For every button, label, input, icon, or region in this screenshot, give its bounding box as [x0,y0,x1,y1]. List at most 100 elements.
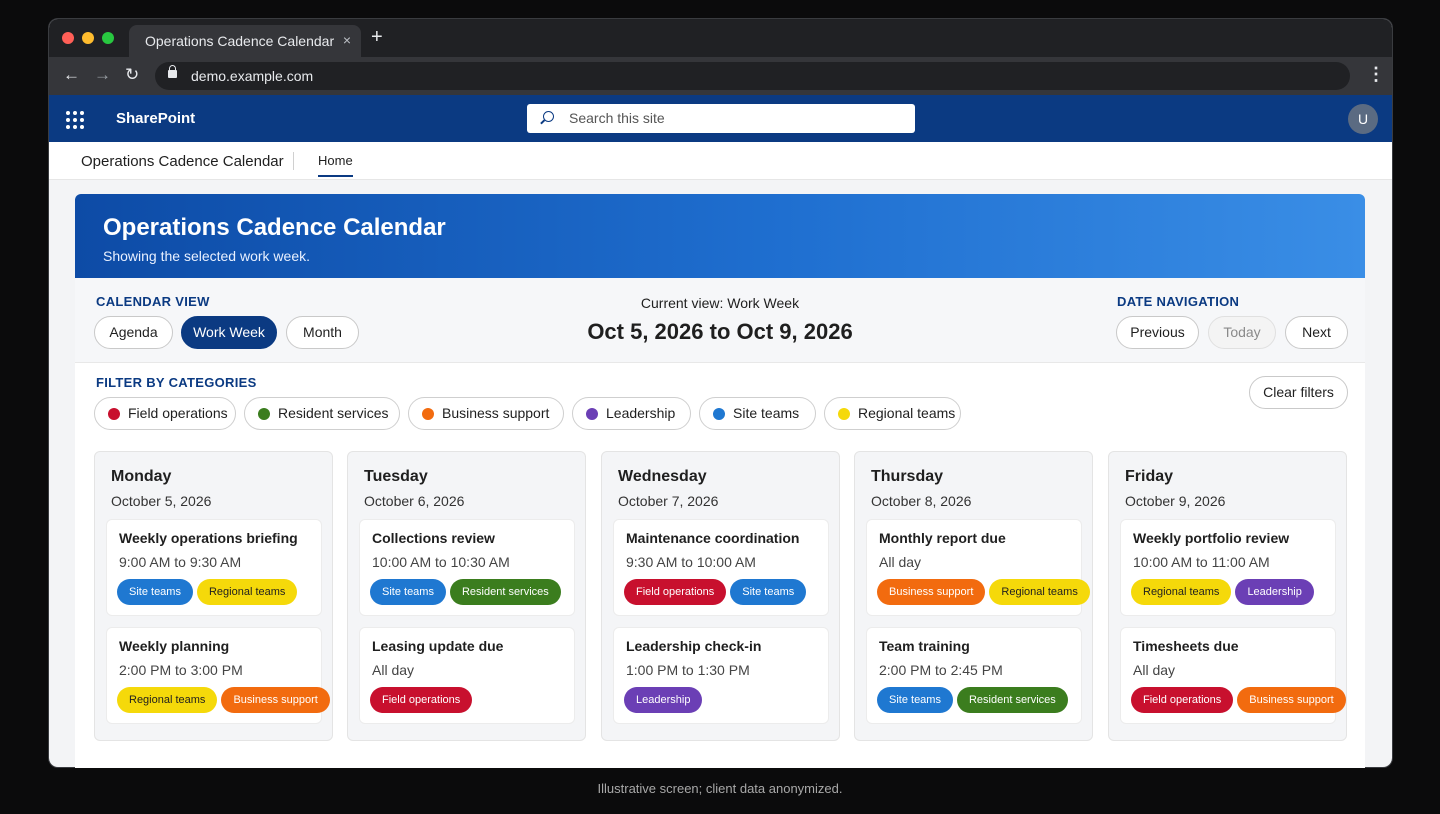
calendar-webpart: Operations Cadence Calendar Showing the … [75,194,1365,768]
event-time: 9:30 AM to 10:00 AM [626,554,756,570]
close-tab-icon[interactable]: × [343,32,351,48]
filter-chip-site-teams[interactable]: Site teams [699,397,816,430]
event-card[interactable]: Team training 2:00 PM to 2:45 PM Site te… [866,627,1082,724]
event-card[interactable]: Collections review 10:00 AM to 10:30 AM … [359,519,575,616]
tag-resident-services: Resident services [956,687,1068,713]
today-button[interactable]: Today [1208,316,1276,349]
brand-name[interactable]: SharePoint [116,110,195,127]
new-tab-button[interactable]: + [371,26,383,49]
avatar[interactable]: U [1348,104,1378,134]
event-tags: Regional teams Business support [117,687,334,713]
tag-site-teams: Site teams [117,579,193,605]
tag-regional-teams: Regional teams [196,579,298,605]
reload-icon[interactable]: ↻ [125,65,139,85]
previous-button[interactable]: Previous [1116,316,1199,349]
event-title: Maintenance coordination [626,530,800,546]
event-card[interactable]: Monthly report due All day Business supp… [866,519,1090,616]
event-title: Weekly planning [119,638,230,654]
filter-chip-regional-teams[interactable]: Regional teams [824,397,961,430]
day-column-thursday: Thursday October 8, 2026 Monthly report … [854,451,1093,741]
day-name: Thursday [871,468,944,485]
event-tags: Regional teams Leadership [1131,579,1318,605]
minimize-window-button[interactable] [82,32,94,44]
site-navigation: Operations Cadence Calendar Home [49,142,1392,180]
tag-field-operations: Field operations [624,579,727,605]
tag-regional-teams: Regional teams [117,687,218,713]
tab-strip: Operations Cadence Calendar × + [49,19,1392,57]
close-window-button[interactable] [62,32,74,44]
category-filters: FILTER BY CATEGORIES Clear filters Field… [75,363,1365,453]
event-card[interactable]: Weekly portfolio review 10:00 AM to 11:0… [1120,519,1336,616]
event-tags: Site teams Resident services [370,579,565,605]
tag-business-support: Business support [221,687,330,713]
browser-toolbar: ← → ↻ demo.example.com ☆ ⋮ [49,57,1392,95]
event-tags: Field operations [370,687,476,713]
lock-icon [168,65,177,78]
work-week-grid: Monday October 5, 2026 Weekly operations… [94,451,1348,741]
day-date: October 8, 2026 [871,493,972,509]
day-date: October 7, 2026 [618,493,719,509]
search-input[interactable] [569,110,889,126]
day-column-wednesday: Wednesday October 7, 2026 Maintenance co… [601,451,840,741]
event-card[interactable]: Leasing update due All day Field operati… [359,627,575,724]
tag-leadership: Leadership [624,687,703,713]
chip-label: Resident services [278,405,389,421]
maximize-window-button[interactable] [102,32,114,44]
event-card[interactable]: Weekly planning 2:00 PM to 3:00 PM Regio… [106,627,330,724]
day-date: October 5, 2026 [111,493,212,509]
event-tags: Leadership [624,687,706,713]
filter-label: FILTER BY CATEGORIES [96,375,257,390]
next-button[interactable]: Next [1285,316,1348,349]
tag-leadership: Leadership [1235,579,1314,605]
event-time: 10:00 AM to 11:00 AM [1133,554,1270,570]
page-subtitle: Showing the selected work week. [103,248,310,264]
event-tags: Field operations Business support [1131,687,1350,713]
nav-home-link[interactable]: Home [318,153,353,177]
day-date: October 6, 2026 [364,493,465,509]
tab-title: Operations Cadence Calendar [145,33,335,49]
chip-label: Field operations [128,405,228,421]
event-card[interactable]: Leadership check-in 1:00 PM to 1:30 PM L… [613,627,829,724]
browser-menu-icon[interactable]: ⋮ [1367,64,1385,85]
event-title: Leasing update due [372,638,504,654]
event-time: 1:00 PM to 1:30 PM [626,662,750,678]
event-card[interactable]: Timesheets due All day Field operations B… [1120,627,1346,724]
app-launcher-icon[interactable] [66,111,84,129]
filter-chip-field-operations[interactable]: Field operations [94,397,236,430]
browser-tab[interactable]: Operations Cadence Calendar × [129,25,361,57]
event-tags: Business support Regional teams [877,579,1094,605]
url-text[interactable]: demo.example.com [191,68,313,84]
clear-filters-button[interactable]: Clear filters [1249,376,1348,409]
address-bar[interactable]: demo.example.com ☆ [155,62,1350,90]
tag-business-support: Business support [877,579,986,605]
chip-label: Business support [442,405,550,421]
page-title: Operations Cadence Calendar [103,214,446,241]
event-time: All day [879,554,922,570]
event-tags: Site teams Resident services [877,687,1072,713]
filter-chip-leadership[interactable]: Leadership [572,397,691,430]
suite-bar: SharePoint U [49,95,1392,142]
event-title: Team training [879,638,970,654]
hero-banner: Operations Cadence Calendar Showing the … [75,194,1365,278]
filter-chip-resident-services[interactable]: Resident services [244,397,400,430]
category-dot [713,408,725,420]
site-search-box[interactable] [527,104,915,133]
tag-regional-teams: Regional teams [1131,579,1232,605]
footer-caption: Illustrative screen; client data anonymi… [597,781,843,796]
site-title[interactable]: Operations Cadence Calendar [81,153,284,170]
tag-site-teams: Site teams [370,579,446,605]
calendar-controls: CALENDAR VIEW Agenda Work Week Month Cur… [75,278,1365,363]
day-name: Friday [1125,468,1174,485]
category-dot [258,408,270,420]
event-time: 2:00 PM to 3:00 PM [119,662,243,678]
filter-chip-business-support[interactable]: Business support [408,397,564,430]
tag-site-teams: Site teams [877,687,953,713]
category-dot [838,408,850,420]
event-card[interactable]: Maintenance coordination 9:30 AM to 10:0… [613,519,829,616]
forward-arrow-icon[interactable]: → [94,65,111,85]
event-title: Weekly operations briefing [119,530,298,546]
event-card[interactable]: Weekly operations briefing 9:00 AM to 9:… [106,519,322,616]
event-time: 2:00 PM to 2:45 PM [879,662,1003,678]
day-column-friday: Friday October 9, 2026 Weekly portfolio … [1108,451,1347,741]
back-arrow-icon[interactable]: ← [63,65,80,85]
